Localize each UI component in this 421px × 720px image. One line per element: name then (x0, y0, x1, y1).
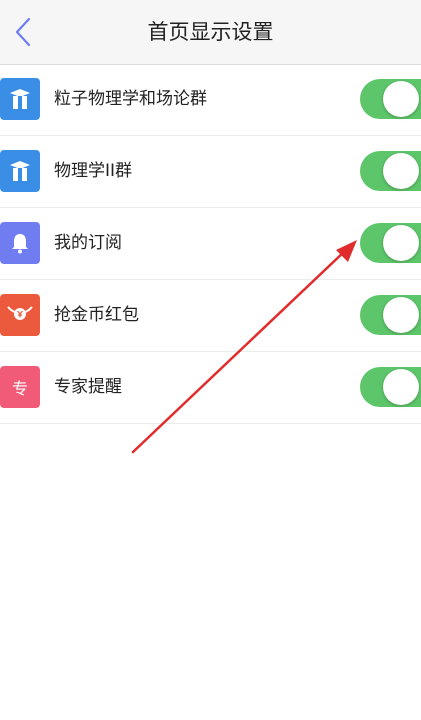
settings-screen: 首页显示设置 粒子物理学和场论群 物理学II群 我的订阅 抢金币红包 专 专家提… (0, 0, 421, 720)
expert-icon: 专 (0, 366, 40, 408)
toggle-knob (383, 81, 419, 117)
display-settings-list: 粒子物理学和场论群 物理学II群 我的订阅 抢金币红包 专 专家提醒 (0, 64, 421, 424)
list-item: 抢金币红包 (0, 280, 421, 352)
page-title: 首页显示设置 (147, 20, 274, 44)
toggle-switch[interactable] (360, 367, 421, 407)
toggle-knob (383, 297, 419, 333)
item-label: 专家提醒 (54, 377, 122, 397)
item-label: 我的订阅 (54, 233, 122, 253)
toggle-knob (383, 369, 419, 405)
bell-icon (0, 222, 40, 264)
red-envelope-icon (0, 294, 40, 336)
toggle-switch[interactable] (360, 151, 421, 191)
toggle-knob (383, 153, 419, 189)
group-icon (0, 150, 40, 192)
list-item: 粒子物理学和场论群 (0, 64, 421, 136)
item-label: 物理学II群 (54, 161, 133, 181)
toggle-switch[interactable] (360, 79, 421, 119)
toggle-switch[interactable] (360, 295, 421, 335)
item-label: 粒子物理学和场论群 (54, 89, 207, 109)
toggle-knob (383, 225, 419, 261)
nav-bar: 首页显示设置 (0, 0, 421, 65)
item-label: 抢金币红包 (54, 305, 139, 325)
group-icon (0, 78, 40, 120)
list-item: 物理学II群 (0, 136, 421, 208)
list-item: 专 专家提醒 (0, 352, 421, 424)
toggle-switch[interactable] (360, 223, 421, 263)
list-item: 我的订阅 (0, 208, 421, 280)
expert-icon-glyph: 专 (11, 379, 28, 398)
